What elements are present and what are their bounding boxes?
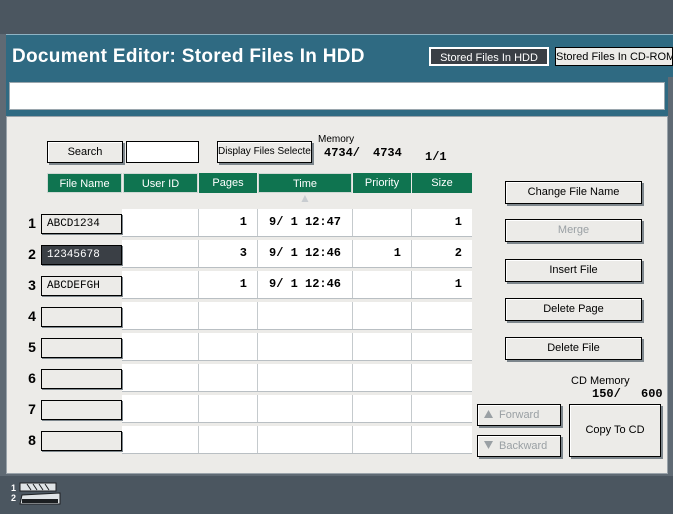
row-number: 4 (28, 308, 36, 324)
tab-stored-files-cd-rom[interactable]: Stored Files In CD-ROM (555, 47, 673, 66)
file-name-button-empty[interactable] (41, 431, 122, 451)
table-row[interactable]: 4 (7, 302, 507, 332)
insert-file-button[interactable]: Insert File (505, 259, 642, 282)
tray-number-1: 1 (11, 483, 17, 493)
page-title: Document Editor: Stored Files In HDD (12, 46, 365, 67)
column-header-user-id[interactable]: User ID (123, 173, 198, 193)
header-bar: Document Editor: Stored Files In HDD Sto… (6, 34, 673, 77)
row-number: 5 (28, 339, 36, 355)
page-indicator: 1/1 (425, 150, 447, 164)
table-row[interactable]: 8 (7, 426, 507, 456)
memory-label: Memory (318, 134, 355, 145)
cd-memory-total: 600 (641, 387, 663, 401)
pages-cell: 1 (239, 277, 247, 291)
forward-label: Forward (499, 409, 540, 421)
backward-label: Backward (499, 440, 548, 452)
forward-button[interactable]: Forward (477, 404, 561, 426)
paper-tray-icon (18, 480, 62, 513)
search-input[interactable] (126, 141, 199, 163)
row-number: 3 (28, 277, 36, 293)
search-button[interactable]: Search (47, 141, 123, 163)
cd-memory-used: 150/ (592, 387, 621, 401)
time-cell: 9/ 1 12:47 (269, 215, 342, 229)
change-file-name-button[interactable]: Change File Name (505, 181, 642, 204)
delete-file-button[interactable]: Delete File (505, 337, 642, 360)
size-cell: 2 (454, 246, 462, 260)
copy-to-cd-button[interactable]: Copy To CD (569, 404, 661, 457)
tab-stored-files-hdd[interactable]: Stored Files In HDD (429, 47, 549, 66)
memory-total: 4734 (373, 146, 402, 160)
time-cell: 9/ 1 12:46 (269, 246, 342, 260)
down-triangle-icon (484, 436, 493, 456)
row-number: 8 (28, 432, 36, 448)
tray-number-2: 2 (11, 493, 17, 503)
file-name-button-empty[interactable] (41, 369, 122, 389)
column-header-priority[interactable]: Priority (353, 173, 411, 193)
row-number: 2 (28, 246, 36, 262)
file-name-button-empty[interactable] (41, 338, 122, 358)
delete-page-button[interactable]: Delete Page (505, 298, 642, 321)
row-number: 6 (28, 370, 36, 386)
priority-cell: 1 (393, 246, 401, 260)
display-files-selected-button[interactable]: Display Files Selected (217, 141, 312, 163)
cd-memory-label: CD Memory (571, 375, 630, 387)
message-bar (6, 76, 668, 116)
backward-button[interactable]: Backward (477, 435, 561, 457)
main-panel: Search Display Files Selected Memory 473… (6, 116, 668, 474)
message-area (9, 82, 665, 110)
row-number: 1 (28, 215, 36, 231)
top-bar (0, 0, 673, 34)
up-triangle-icon (484, 405, 493, 425)
file-name-button[interactable]: ABCDEFGH (41, 276, 122, 296)
table-row[interactable]: 3 ABCDEFGH 1 9/ 1 12:46 1 (7, 271, 507, 301)
table-row[interactable]: 7 (7, 395, 507, 425)
status-bar: 1 2 (0, 476, 673, 514)
table-row[interactable]: 5 (7, 333, 507, 363)
pages-cell: 1 (239, 215, 247, 229)
merge-button[interactable]: Merge (505, 219, 642, 242)
table-row[interactable]: 6 (7, 364, 507, 394)
size-cell: 1 (454, 215, 462, 229)
row-number: 7 (28, 401, 36, 417)
column-header-size[interactable]: Size (412, 173, 472, 193)
table-row[interactable]: 2 12345678 3 9/ 1 12:46 1 2 (7, 240, 507, 270)
time-cell: 9/ 1 12:46 (269, 277, 342, 291)
sort-indicator-icon: ▲ (299, 191, 311, 205)
column-header-time[interactable]: Time (258, 173, 352, 193)
file-name-button-selected[interactable]: 12345678 (41, 245, 122, 265)
size-cell: 1 (454, 277, 462, 291)
pages-cell: 3 (239, 246, 247, 260)
file-name-button-empty[interactable] (41, 307, 122, 327)
table-row[interactable]: 1 ABCD1234 1 9/ 1 12:47 1 (7, 209, 507, 239)
column-header-file-name[interactable]: File Name (47, 173, 122, 193)
column-header-pages[interactable]: Pages (199, 173, 257, 193)
memory-used: 4734/ (324, 146, 361, 160)
file-name-button-empty[interactable] (41, 400, 122, 420)
file-name-button[interactable]: ABCD1234 (41, 214, 122, 234)
